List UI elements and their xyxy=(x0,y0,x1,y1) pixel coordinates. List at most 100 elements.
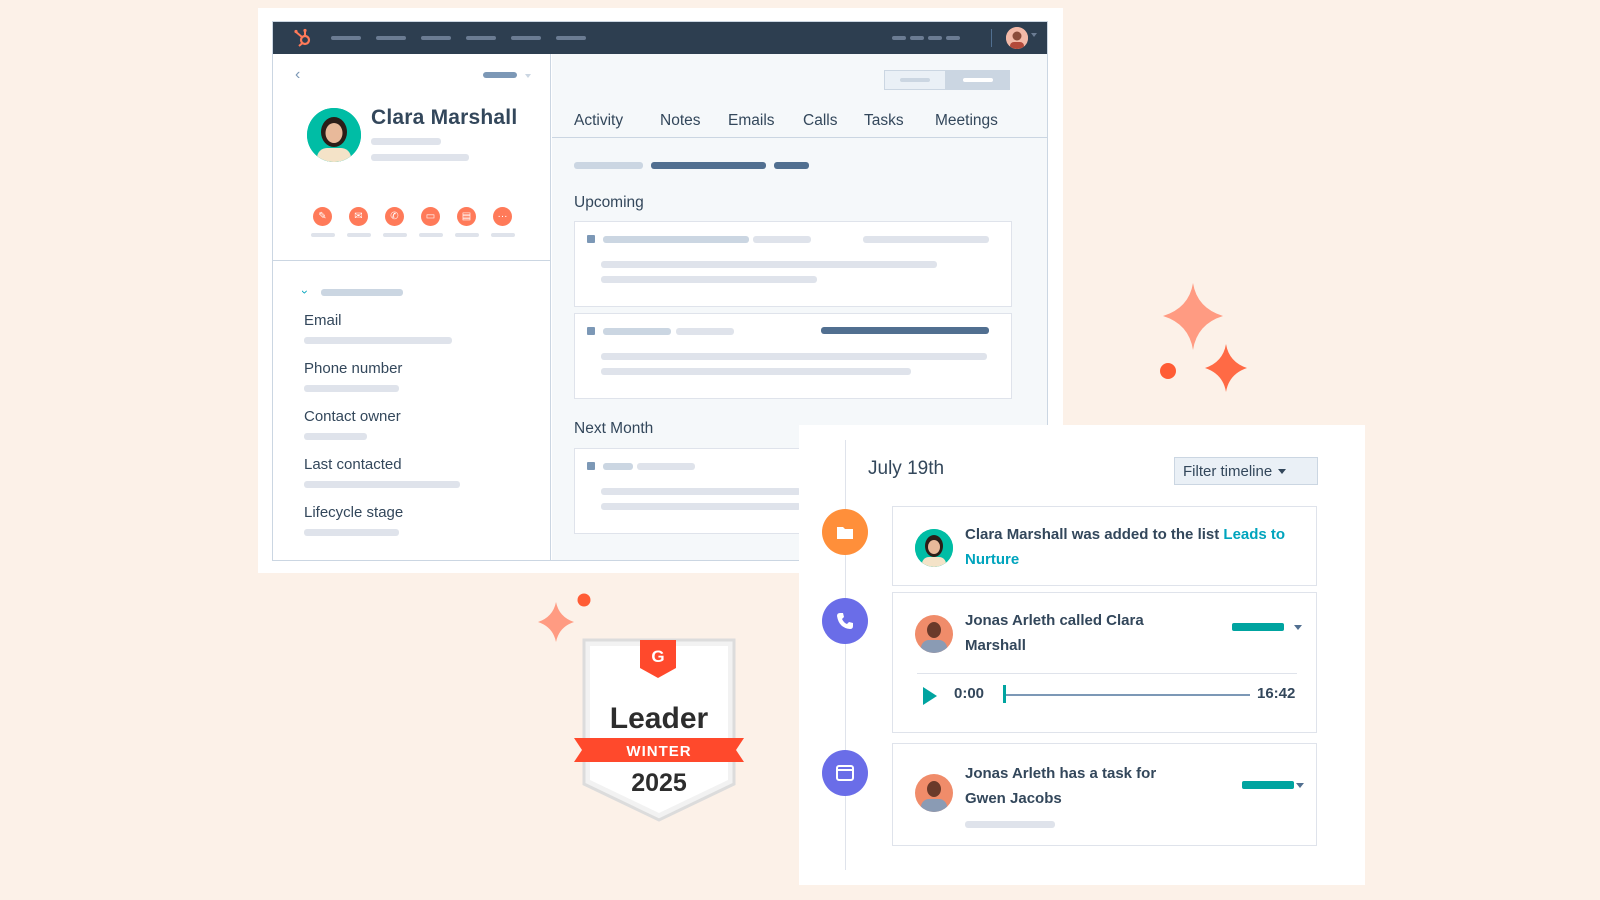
chevron-down-icon[interactable]: › xyxy=(298,290,312,294)
event-description: Jonas Arleth has a task for Gwen Jacobs xyxy=(965,765,1157,807)
meeting-action[interactable]: ▭ xyxy=(418,207,443,237)
person-icon xyxy=(915,615,953,653)
placeholder xyxy=(965,821,1055,828)
more-action[interactable]: ··· xyxy=(490,207,515,237)
calendar-icon xyxy=(822,750,868,796)
rep-avatar xyxy=(915,615,953,653)
header-buttons xyxy=(884,70,1010,90)
property-value[interactable] xyxy=(304,385,399,392)
tab-meetings[interactable]: Meetings xyxy=(935,112,998,130)
timeline-line xyxy=(845,440,846,870)
property-value[interactable] xyxy=(304,481,460,488)
activity-card[interactable] xyxy=(574,221,1012,307)
hubspot-logo-icon[interactable] xyxy=(293,28,313,48)
user-avatar[interactable] xyxy=(1006,27,1028,49)
placeholder xyxy=(603,236,749,243)
placeholder xyxy=(637,463,695,470)
nav-util[interactable] xyxy=(910,36,924,40)
tab-emails[interactable]: Emails xyxy=(728,112,775,130)
nav-item[interactable] xyxy=(511,36,541,40)
audio-track[interactable] xyxy=(1004,694,1250,696)
note-action[interactable]: ✎ xyxy=(310,207,335,237)
checkbox-icon[interactable] xyxy=(587,235,595,243)
call-action[interactable]: ✆ xyxy=(382,207,407,237)
event-text: Clara Marshall was added to the list Lea… xyxy=(965,522,1300,572)
top-navigation xyxy=(273,22,1047,54)
email-icon[interactable]: ✉ xyxy=(349,207,368,226)
property-value[interactable] xyxy=(304,529,399,536)
section-header[interactable] xyxy=(321,289,403,296)
section-upcoming: Upcoming xyxy=(574,194,644,211)
nav-item[interactable] xyxy=(376,36,406,40)
timeline-event-call[interactable]: Jonas Arleth called Clara Marshall 0:00 … xyxy=(892,592,1317,733)
property-label-phone: Phone number xyxy=(304,360,403,377)
audio-scrubber[interactable] xyxy=(1003,685,1006,703)
sparkle-decoration xyxy=(1160,283,1247,392)
person-icon xyxy=(1006,27,1028,49)
contact-avatar xyxy=(307,108,361,162)
placeholder xyxy=(863,236,989,243)
timeline-event-task[interactable]: Jonas Arleth has a task for Gwen Jacobs xyxy=(892,743,1317,846)
play-icon[interactable] xyxy=(923,687,937,705)
task-icon[interactable]: ▤ xyxy=(457,207,476,226)
nav-item[interactable] xyxy=(466,36,496,40)
filter-chip[interactable] xyxy=(651,162,766,169)
calendar-icon[interactable]: ▭ xyxy=(421,207,440,226)
back-chevron-icon[interactable]: ‹ xyxy=(295,66,300,84)
nav-item[interactable] xyxy=(331,36,361,40)
audio-duration: 16:42 xyxy=(1257,685,1296,702)
filter-chip[interactable] xyxy=(574,162,643,169)
audio-player: 0:00 16:42 xyxy=(919,681,1299,711)
placeholder xyxy=(601,276,817,283)
nav-item[interactable] xyxy=(556,36,586,40)
tab-activity[interactable]: Activity xyxy=(574,112,623,130)
task-action[interactable]: ▤ xyxy=(454,207,479,237)
placeholder xyxy=(601,368,911,375)
tab-tasks[interactable]: Tasks xyxy=(864,112,904,130)
activity-tabs: Activity Notes Emails Calls Tasks Meetin… xyxy=(552,112,1047,138)
activity-card[interactable] xyxy=(574,313,1012,399)
contact-avatar xyxy=(915,529,953,567)
nav-util[interactable] xyxy=(946,36,960,40)
divider xyxy=(917,673,1297,674)
more-icon[interactable]: ··· xyxy=(493,207,512,226)
rep-avatar xyxy=(915,774,953,812)
contact-subtitle xyxy=(371,138,441,145)
folder-icon xyxy=(822,509,868,555)
placeholder xyxy=(753,236,811,243)
contact-subtitle xyxy=(371,154,469,161)
primary-button[interactable] xyxy=(946,70,1010,90)
divider xyxy=(273,260,551,261)
tab-notes[interactable]: Notes xyxy=(660,112,701,130)
secondary-button[interactable] xyxy=(884,70,946,90)
tab-calls[interactable]: Calls xyxy=(803,112,837,130)
nav-util[interactable] xyxy=(928,36,942,40)
chevron-down-icon xyxy=(1278,468,1287,474)
badge-year: 2025 xyxy=(631,769,687,797)
person-icon xyxy=(915,529,953,567)
phone-icon[interactable]: ✆ xyxy=(385,207,404,226)
actions-dropdown[interactable] xyxy=(483,72,517,78)
checkbox-icon[interactable] xyxy=(587,462,595,470)
nav-util[interactable] xyxy=(892,36,906,40)
email-action[interactable]: ✉ xyxy=(346,207,371,237)
g2-leader-badge: G Leader WINTER 2025 xyxy=(574,634,744,824)
property-value[interactable] xyxy=(304,433,367,440)
chevron-down-icon[interactable] xyxy=(525,74,531,78)
status-bar[interactable] xyxy=(1242,781,1294,789)
chevron-down-icon[interactable] xyxy=(1294,625,1302,630)
property-value[interactable] xyxy=(304,337,452,344)
status-bar[interactable] xyxy=(1232,623,1284,631)
timeline-event-list-added[interactable]: Clara Marshall was added to the list Lea… xyxy=(892,506,1317,586)
placeholder xyxy=(601,261,937,268)
chevron-down-icon[interactable] xyxy=(1296,783,1304,788)
contact-actions: ✎ ✉ ✆ ▭ ▤ ··· xyxy=(310,207,515,237)
filter-chip[interactable] xyxy=(774,162,809,169)
checkbox-icon[interactable] xyxy=(587,327,595,335)
edit-icon[interactable]: ✎ xyxy=(313,207,332,226)
section-next-month: Next Month xyxy=(574,420,654,437)
nav-item[interactable] xyxy=(421,36,451,40)
chevron-down-icon[interactable] xyxy=(1031,33,1037,37)
filter-timeline-button[interactable]: Filter timeline xyxy=(1174,457,1318,485)
event-description: Clara Marshall was added to the list xyxy=(965,526,1224,543)
